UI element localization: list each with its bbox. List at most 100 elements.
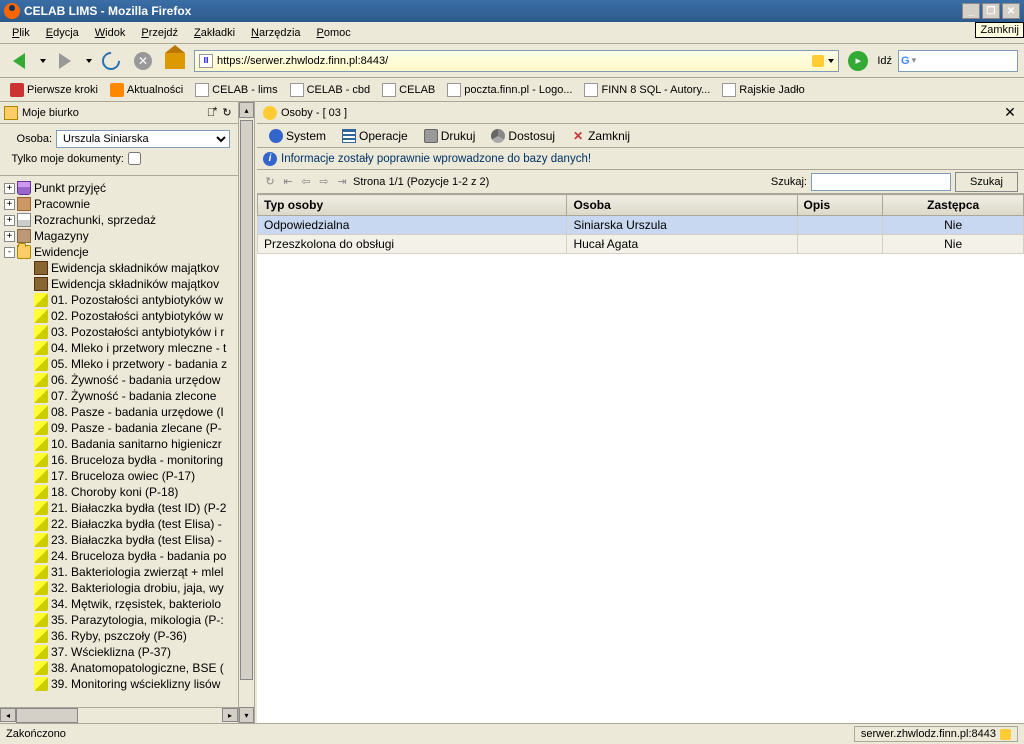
tree-node[interactable]: 21. Białaczka bydła (test ID) (P-2 (0, 500, 238, 516)
column-header[interactable]: Zastępca (883, 195, 1024, 216)
search-bar[interactable]: G ▾ (898, 50, 1018, 72)
restore-button[interactable]: ❐ (982, 3, 1000, 19)
bookmark-item[interactable]: CELAB (378, 81, 439, 99)
url-bar[interactable]: Ⅲ (194, 50, 839, 72)
back-button[interactable] (6, 48, 32, 74)
toolbar-drukuj-button[interactable]: Drukuj (418, 127, 482, 145)
close-window-button[interactable]: ✕ (1002, 3, 1020, 19)
scroll-right-button[interactable]: ▸ (222, 708, 238, 722)
tree-node[interactable]: 32. Bakteriologia drobiu, jaja, wy (0, 580, 238, 596)
sidebar-action-1[interactable]: ✕⃰ (204, 106, 218, 120)
tree-node[interactable]: Ewidencja składników majątkov (0, 260, 238, 276)
forward-dropdown[interactable] (86, 59, 92, 63)
search-label: Szukaj: (771, 176, 807, 188)
tree-node[interactable]: 07. Żywność - badania zlecone (0, 388, 238, 404)
tree-node[interactable]: 02. Pozostałości antybiotyków w (0, 308, 238, 324)
forward-button[interactable] (52, 48, 78, 74)
search-input[interactable] (811, 173, 951, 191)
tree-node[interactable]: 23. Białaczka bydła (test Elisa) - (0, 532, 238, 548)
tree-node[interactable]: 22. Białaczka bydła (test Elisa) - (0, 516, 238, 532)
search-button[interactable]: Szukaj (955, 172, 1018, 192)
table-row[interactable]: OdpowiedzialnaSiniarska UrszulaNie (258, 216, 1024, 235)
go-button[interactable]: ▸ (845, 48, 871, 74)
toolbar-operacje-button[interactable]: Operacje (336, 127, 414, 145)
tree-expander[interactable]: + (4, 199, 15, 210)
tree-node[interactable]: -Ewidencje (0, 244, 238, 260)
refresh-pager-icon[interactable]: ↻ (263, 175, 277, 189)
toolbar-zamknij-button[interactable]: ✕Zamknij (565, 127, 636, 145)
tree-expander[interactable]: + (4, 231, 15, 242)
tree-node[interactable]: 10. Badania sanitarno higieniczr (0, 436, 238, 452)
tree-node[interactable]: +Magazyny (0, 228, 238, 244)
last-page-icon[interactable]: ⇥ (335, 175, 349, 189)
bookmark-item[interactable]: poczta.finn.pl - Logo... (443, 81, 576, 99)
scroll-thumb-h[interactable] (16, 708, 78, 723)
back-dropdown[interactable] (40, 59, 46, 63)
tree-node[interactable]: 36. Ryby, pszczoły (P-36) (0, 628, 238, 644)
menu-zakładki[interactable]: Zakładki (186, 25, 243, 41)
url-input[interactable] (217, 55, 810, 67)
menu-przejdź[interactable]: Przejdź (133, 25, 186, 41)
toolbar-system-button[interactable]: System (263, 127, 332, 145)
column-header[interactable]: Typ osoby (258, 195, 567, 216)
filter-docs-checkbox[interactable] (128, 152, 141, 165)
tree-node[interactable]: 34. Mętwik, rzęsistek, bakteriolo (0, 596, 238, 612)
tree-node[interactable]: 35. Parazytologia, mikologia (P-: (0, 612, 238, 628)
tree-node[interactable]: 05. Mleko i przetwory - badania z (0, 356, 238, 372)
menu-pomoc[interactable]: Pomoc (309, 25, 359, 41)
column-header[interactable]: Opis (797, 195, 883, 216)
tree-node[interactable]: 09. Pasze - badania zlecane (P- (0, 420, 238, 436)
column-header[interactable]: Osoba (567, 195, 797, 216)
bookmark-item[interactable]: Aktualności (106, 81, 187, 99)
tree-expander[interactable]: - (4, 247, 15, 258)
bookmark-item[interactable]: CELAB - lims (191, 81, 281, 99)
tree-expander[interactable]: + (4, 215, 15, 226)
scroll-down-button[interactable]: ▾ (239, 707, 254, 723)
tree-node[interactable]: 17. Bruceloza owiec (P-17) (0, 468, 238, 484)
tree-node[interactable]: 31. Bakteriologia zwierząt + mlel (0, 564, 238, 580)
tree-node[interactable]: +Punkt przyjęć (0, 180, 238, 196)
scroll-left-button[interactable]: ◂ (0, 708, 16, 722)
tree-node[interactable]: 24. Bruceloza bydła - badania po (0, 548, 238, 564)
bookmark-item[interactable]: Rajskie Jadło (718, 81, 808, 99)
table-row[interactable]: Przeszkolona do obsługiHucał AgataNie (258, 235, 1024, 254)
horizontal-scrollbar[interactable]: ◂ ▸ (0, 707, 238, 723)
sidebar-action-2[interactable]: ↻ (220, 106, 234, 120)
tree-expander[interactable]: + (4, 183, 15, 194)
bookmark-item[interactable]: FINN 8 SQL - Autory... (580, 81, 714, 99)
panel-close-button[interactable]: ✕ (1002, 105, 1018, 121)
bookmark-item[interactable]: CELAB - cbd (286, 81, 375, 99)
menu-edycja[interactable]: Edycja (38, 25, 87, 41)
tree-node[interactable]: +Rozrachunki, sprzedaż (0, 212, 238, 228)
tree-node[interactable]: 16. Bruceloza bydła - monitoring (0, 452, 238, 468)
menu-widok[interactable]: Widok (87, 25, 134, 41)
menu-narzędzia[interactable]: Narzędzia (243, 25, 309, 41)
toolbar-dostosuj-button[interactable]: Dostosuj (485, 127, 561, 145)
first-page-icon[interactable]: ⇤ (281, 175, 295, 189)
tree-node[interactable]: 08. Pasze - badania urzędowe (I (0, 404, 238, 420)
tree-node[interactable]: 37. Wścieklizna (P-37) (0, 644, 238, 660)
tree-node[interactable]: Ewidencja składników majątkov (0, 276, 238, 292)
tree-node[interactable]: 03. Pozostałości antybiotyków i r (0, 324, 238, 340)
tree-node[interactable]: 01. Pozostałości antybiotyków w (0, 292, 238, 308)
scroll-thumb-v[interactable] (240, 120, 253, 680)
url-dropdown[interactable] (828, 59, 834, 63)
bookmark-label: CELAB - cbd (307, 84, 371, 96)
next-page-icon[interactable]: ⇨ (317, 175, 331, 189)
vertical-scrollbar[interactable]: ▴ ▾ (238, 102, 254, 723)
home-button[interactable] (162, 48, 188, 74)
tree-node[interactable]: 04. Mleko i przetwory mleczne - t (0, 340, 238, 356)
tree-node[interactable]: 39. Monitoring wścieklizny lisów (0, 676, 238, 692)
reload-button[interactable] (98, 48, 124, 74)
stop-button[interactable]: ✕ (130, 48, 156, 74)
tree-node[interactable]: 18. Choroby koni (P-18) (0, 484, 238, 500)
bookmark-item[interactable]: Pierwsze kroki (6, 81, 102, 99)
scroll-up-button[interactable]: ▴ (239, 102, 254, 118)
tree-node[interactable]: 06. Żywność - badania urzędow (0, 372, 238, 388)
filter-osoba-select[interactable]: Urszula Siniarska (56, 130, 230, 148)
menu-plik[interactable]: Plik (4, 25, 38, 41)
tree-node[interactable]: 38. Anatomopatologiczne, BSE ( (0, 660, 238, 676)
tree-node[interactable]: +Pracownie (0, 196, 238, 212)
prev-page-icon[interactable]: ⇦ (299, 175, 313, 189)
minimize-button[interactable]: _ (962, 3, 980, 19)
